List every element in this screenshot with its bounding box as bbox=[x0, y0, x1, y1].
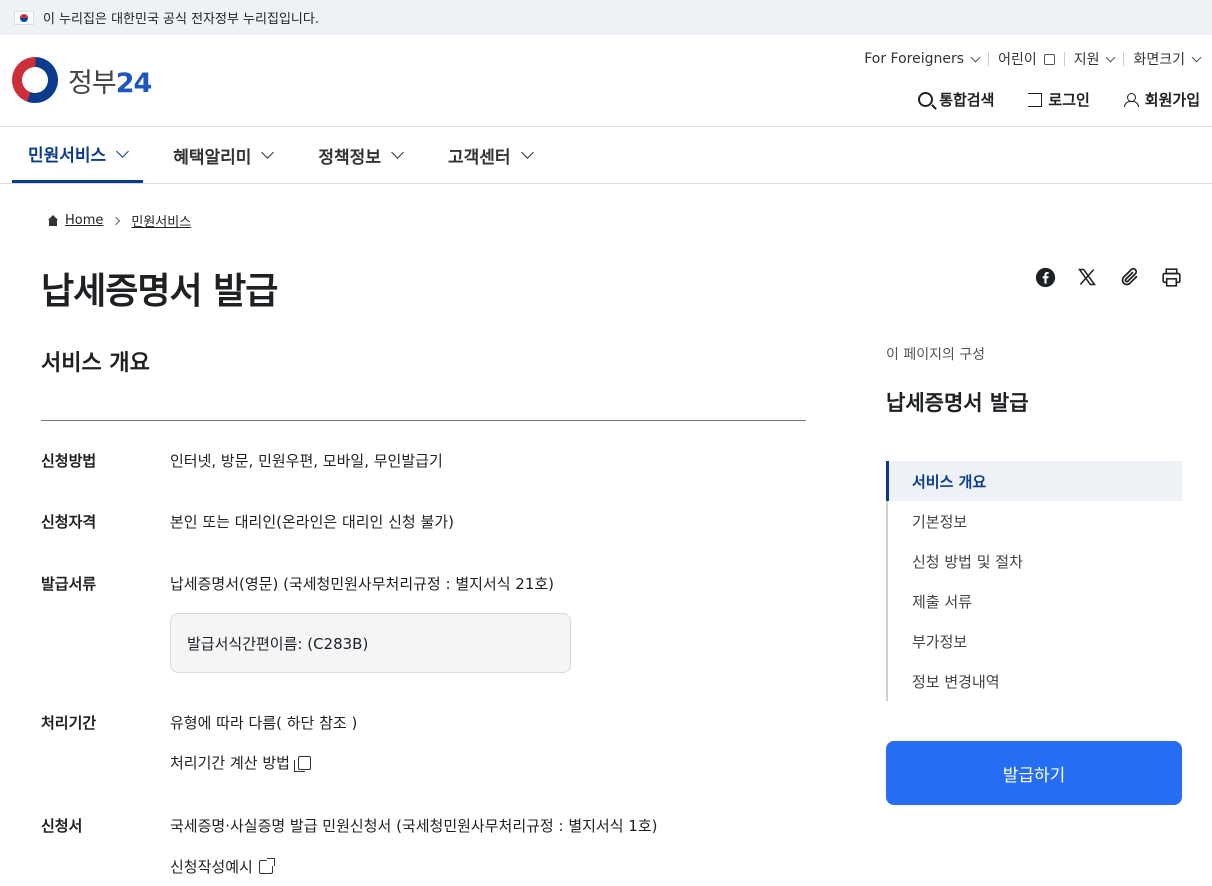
logo-text-main: 정부 bbox=[68, 67, 117, 99]
external-link-icon bbox=[258, 857, 275, 874]
nav-tab-label: 혜택알리미 bbox=[173, 147, 252, 168]
nav-tab-label: 고객센터 bbox=[447, 147, 511, 168]
breadcrumb-current[interactable]: 민원서비스 bbox=[131, 211, 191, 230]
copy-window-icon bbox=[293, 755, 311, 772]
detail-row-period: 처리기간 유형에 따라 다름( 하단 참조 ) bbox=[41, 712, 357, 733]
user-nav: 통합검색 로그인 회원가입 bbox=[918, 89, 1200, 110]
divider bbox=[41, 420, 806, 421]
signup-label: 회원가입 bbox=[1144, 91, 1200, 109]
site-header: 정부24 For Foreigners 어린이 지원 화면크기 통합검색 로그인… bbox=[0, 35, 1212, 127]
util-kids-label: 어린이 bbox=[998, 52, 1037, 68]
nav-tab-policy[interactable]: 정책정보 bbox=[302, 127, 418, 183]
gov-banner: 이 누리집은 대한민국 공식 전자정부 누리집입니다. bbox=[0, 0, 1212, 35]
breadcrumb-home[interactable]: Home bbox=[65, 213, 103, 228]
detail-row-document: 발급서류 납세증명서(영문) (국세청민원사무처리규정 : 별지서식 21호) bbox=[41, 573, 554, 594]
chevron-down-icon bbox=[520, 146, 534, 159]
external-link-icon bbox=[1043, 53, 1055, 65]
detail-row-eligibility: 신청자격 본인 또는 대리인(온라인은 대리인 신청 불가) bbox=[41, 511, 454, 532]
logo-text-num: 24 bbox=[115, 67, 153, 99]
chevron-down-icon bbox=[970, 52, 981, 62]
divider bbox=[1123, 52, 1125, 66]
toc-caption: 이 페이지의 구성 bbox=[886, 347, 986, 363]
x-icon[interactable] bbox=[1076, 266, 1098, 288]
toc-item-history[interactable]: 정보 변경내역 bbox=[888, 661, 1182, 701]
period-calc-link[interactable]: 처리기간 계산 방법 bbox=[170, 752, 311, 773]
login-icon bbox=[1028, 92, 1043, 107]
utility-nav: For Foreigners 어린이 지원 화면크기 bbox=[864, 49, 1202, 69]
print-icon[interactable] bbox=[1160, 266, 1182, 288]
form-code-box: 발급서식간편이름: (C283B) bbox=[170, 613, 571, 673]
issue-button[interactable]: 발급하기 bbox=[886, 741, 1182, 805]
page-title: 납세증명서 발급 bbox=[41, 271, 278, 312]
table-of-contents: 서비스 개요 기본정보 신청 방법 및 절차 제출 서류 부가정보 정보 변경내… bbox=[886, 461, 1182, 701]
form-example-label: 신청작성예시 bbox=[170, 858, 253, 876]
korea-flag-icon bbox=[14, 10, 34, 25]
detail-value: 인터넷, 방문, 민원우편, 모바일, 무인발급기 bbox=[170, 452, 443, 470]
nav-tab-label: 민원서비스 bbox=[28, 146, 107, 166]
divider bbox=[1063, 52, 1065, 66]
detail-label: 발급서류 bbox=[41, 575, 97, 593]
util-screen-size[interactable]: 화면크기 bbox=[1133, 49, 1202, 69]
logo-text: 정부24 bbox=[68, 61, 153, 100]
nav-tab-customer-center[interactable]: 고객센터 bbox=[432, 127, 548, 183]
chevron-right-icon bbox=[112, 216, 121, 225]
detail-value: 국세증명·사실증명 발급 민원신청서 (국세청민원사무처리규정 : 별지서식 1… bbox=[170, 817, 658, 835]
paperclip-icon[interactable] bbox=[1118, 266, 1140, 288]
detail-value: 납세증명서(영문) (국세청민원사무처리규정 : 별지서식 21호) bbox=[170, 575, 555, 593]
util-kids[interactable]: 어린이 bbox=[998, 49, 1055, 69]
period-calc-label: 처리기간 계산 방법 bbox=[170, 754, 290, 772]
search-label: 통합검색 bbox=[939, 91, 995, 109]
breadcrumb: Home 민원서비스 bbox=[47, 211, 191, 230]
form-example-link[interactable]: 신청작성예시 bbox=[170, 856, 275, 877]
toc-item-additional[interactable]: 부가정보 bbox=[888, 621, 1182, 661]
user-plus-icon bbox=[1123, 92, 1139, 107]
signup-button[interactable]: 회원가입 bbox=[1123, 89, 1200, 110]
detail-label: 신청서 bbox=[41, 817, 83, 835]
chevron-down-icon bbox=[391, 146, 404, 159]
toc-title: 납세증명서 발급 bbox=[886, 391, 1029, 415]
share-bar bbox=[1034, 266, 1182, 288]
util-support[interactable]: 지원 bbox=[1073, 49, 1116, 69]
detail-value: 본인 또는 대리인(온라인은 대리인 신청 불가) bbox=[170, 513, 454, 531]
detail-row-method: 신청방법 인터넷, 방문, 민원우편, 모바일, 무인발급기 bbox=[41, 450, 443, 471]
facebook-icon[interactable] bbox=[1034, 266, 1056, 288]
chevron-down-icon bbox=[116, 144, 130, 158]
toc-item-basic-info[interactable]: 기본정보 bbox=[888, 501, 1182, 541]
logo[interactable]: 정부24 bbox=[12, 57, 153, 103]
toc-item-procedure[interactable]: 신청 방법 및 절차 bbox=[888, 541, 1182, 581]
gov-banner-text: 이 누리집은 대한민국 공식 전자정부 누리집입니다. bbox=[43, 12, 319, 27]
toc-item-overview[interactable]: 서비스 개요 bbox=[886, 461, 1182, 501]
util-screen-size-label: 화면크기 bbox=[1133, 52, 1185, 68]
taegeuk-logo-icon bbox=[12, 57, 58, 103]
detail-value: 유형에 따라 다름( 하단 참조 ) bbox=[170, 714, 358, 732]
chevron-down-icon bbox=[1106, 52, 1116, 62]
detail-label: 신청방법 bbox=[41, 452, 97, 470]
util-for-foreigners-label: For Foreigners bbox=[864, 51, 965, 67]
login-label: 로그인 bbox=[1048, 91, 1090, 109]
home-icon bbox=[47, 215, 59, 226]
nav-tab-civil-service[interactable]: 민원서비스 bbox=[12, 127, 144, 183]
util-support-label: 지원 bbox=[1073, 52, 1100, 68]
main-nav: 민원서비스 혜택알리미 정책정보 고객센터 bbox=[0, 127, 1212, 184]
integrated-search-button[interactable]: 통합검색 bbox=[918, 89, 994, 110]
section-title: 서비스 개요 bbox=[41, 351, 150, 376]
util-for-foreigners[interactable]: For Foreigners bbox=[864, 51, 981, 67]
login-button[interactable]: 로그인 bbox=[1028, 89, 1090, 110]
chevron-down-icon bbox=[1191, 52, 1202, 62]
divider bbox=[988, 52, 990, 66]
toc-item-documents[interactable]: 제출 서류 bbox=[888, 581, 1182, 621]
nav-tab-label: 정책정보 bbox=[318, 147, 381, 168]
chevron-down-icon bbox=[261, 146, 275, 159]
search-icon bbox=[918, 92, 934, 107]
detail-label: 처리기간 bbox=[41, 714, 97, 732]
detail-label: 신청자격 bbox=[41, 513, 97, 531]
detail-row-form: 신청서 국세증명·사실증명 발급 민원신청서 (국세청민원사무처리규정 : 별지… bbox=[41, 815, 657, 836]
nav-tab-benefits[interactable]: 혜택알리미 bbox=[157, 127, 288, 183]
